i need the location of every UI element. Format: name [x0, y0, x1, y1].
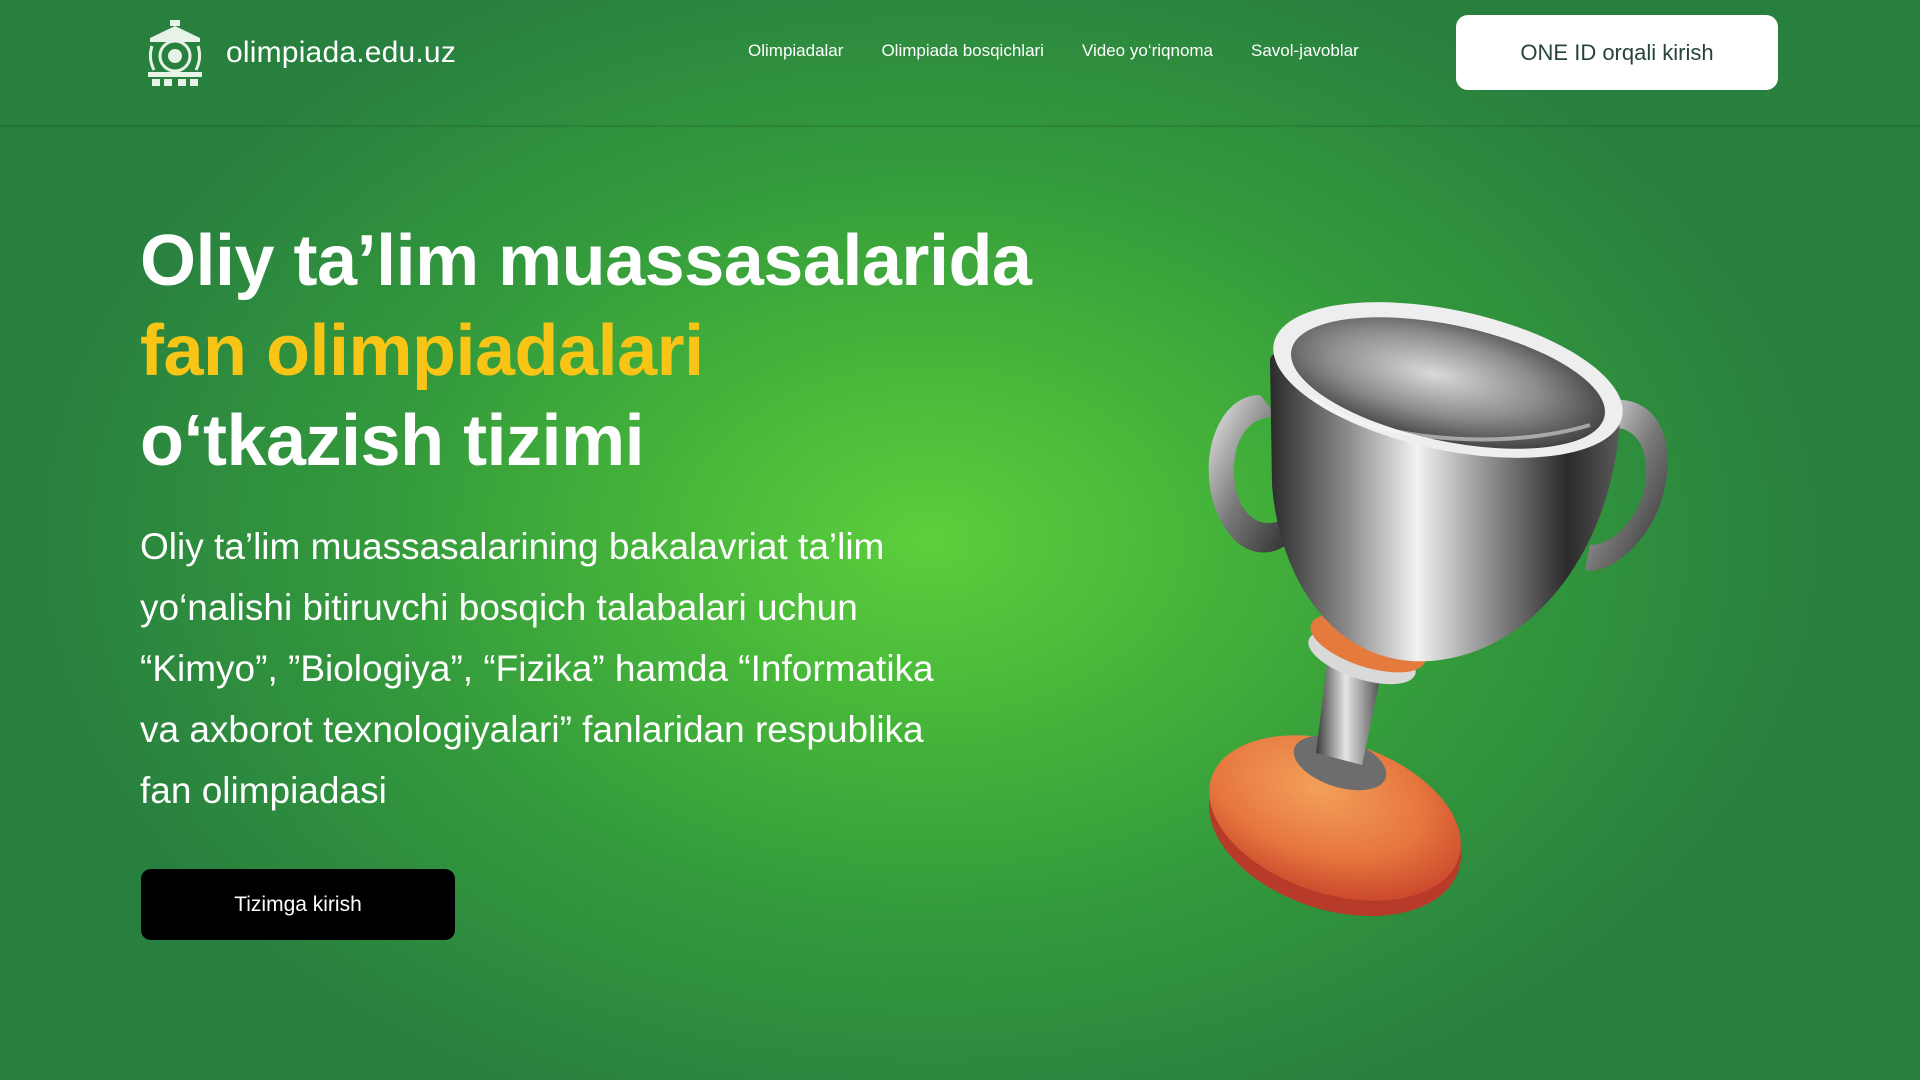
site-header: olimpiada.edu.uz Olimpiadalar Olimpiada … [0, 0, 1920, 127]
hero-title-line-1: Oliy ta’lim muassasalarida [140, 221, 1032, 301]
hero-description: Oliy ta’lim muassasalarining bakalavriat… [140, 526, 934, 811]
nav-link-olimpiadalar[interactable]: Olimpiadalar [748, 41, 843, 61]
login-system-button[interactable]: Tizimga kirish [141, 869, 455, 940]
trophy-icon [1208, 302, 1668, 917]
emblem-icon [148, 20, 202, 86]
one-id-login-button[interactable]: ONE ID orqali kirish [1456, 15, 1778, 90]
nav-link-savol-javoblar[interactable]: Savol-javoblar [1251, 41, 1359, 61]
site-name[interactable]: olimpiada.edu.uz [226, 36, 456, 70]
hero-title: Oliy ta’lim muassasalarida fan olimpiada… [140, 216, 1032, 486]
nav-link-video-yoriqnoma[interactable]: Video yo‘riqnoma [1082, 41, 1213, 61]
hero-title-line-3: o‘tkazish tizimi [140, 401, 645, 481]
nav-link-olimpiada-bosqichlari[interactable]: Olimpiada bosqichlari [881, 41, 1044, 61]
logo[interactable]: olimpiada.edu.uz [140, 18, 456, 88]
hero-title-line-2-highlight: fan olimpiadalari [140, 311, 704, 391]
main-nav: Olimpiadalar Olimpiada bosqichlari Video… [748, 41, 1359, 61]
